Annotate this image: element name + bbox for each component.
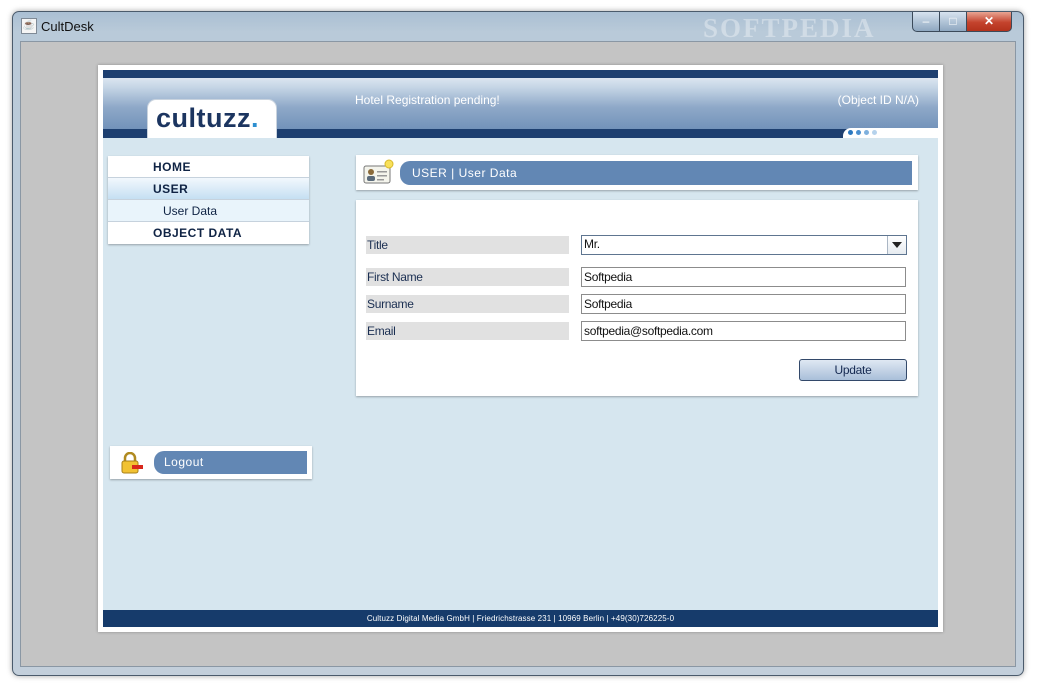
footer-address: Cultuzz Digital Media GmbH | Friedrichst… — [103, 610, 938, 627]
window-client-area: cultuzz. Hotel Registration pending! (Ob… — [20, 41, 1016, 667]
maximize-button[interactable]: □ — [939, 12, 967, 32]
minimize-button[interactable]: – — [912, 12, 940, 32]
softpedia-watermark: SOFTPEDIA — [703, 13, 876, 43]
logout-label: Logout — [164, 455, 204, 469]
app-header: cultuzz. Hotel Registration pending! (Ob… — [103, 70, 938, 138]
title-dropdown-button[interactable] — [887, 236, 906, 254]
maximize-icon: □ — [949, 14, 957, 28]
close-icon: ✕ — [983, 14, 995, 28]
dot-icon — [856, 130, 861, 135]
surname-input[interactable]: Softpedia — [581, 294, 906, 314]
title-select[interactable]: Mr. — [581, 235, 907, 255]
app-frame: cultuzz. Hotel Registration pending! (Ob… — [98, 65, 943, 632]
close-button[interactable]: ✕ — [966, 12, 1012, 32]
title-bar[interactable]: ☕ CultDesk SOFTPEDIA – □ ✕ — [13, 12, 1023, 43]
dot-icon — [864, 130, 869, 135]
lock-icon — [121, 452, 143, 474]
nav-item-user[interactable]: USER — [108, 178, 309, 200]
dot-icon — [848, 130, 853, 135]
first-name-input[interactable]: Softpedia — [581, 267, 906, 287]
minimize-icon: – — [922, 14, 930, 28]
user-data-form: Title Mr. First Name Softpedia Surname S… — [356, 200, 918, 396]
app-window: ☕ CultDesk SOFTPEDIA – □ ✕ cultuzz. Hote… — [12, 11, 1024, 676]
logo-tab: cultuzz. — [147, 99, 277, 138]
logout-button[interactable]: Logout — [110, 446, 312, 479]
nav-item-user-data[interactable]: User Data — [108, 200, 309, 222]
logout-bar: Logout — [154, 451, 307, 474]
section-header: USER | User Data — [356, 155, 918, 190]
java-app-icon: ☕ — [21, 18, 37, 34]
cultuzz-logo: cultuzz. — [156, 103, 260, 133]
surname-label: Surname — [366, 295, 569, 313]
page-dots-indicator — [843, 128, 938, 138]
nav-item-object-data[interactable]: OBJECT DATA — [108, 222, 309, 244]
object-id-label: (Object ID N/A) — [837, 93, 919, 107]
id-card-icon — [363, 159, 394, 184]
navigation-menu: HOME USER User Data OBJECT DATA — [108, 156, 309, 244]
app-content: cultuzz. Hotel Registration pending! (Ob… — [103, 70, 938, 627]
nav-item-home[interactable]: HOME — [108, 156, 309, 178]
header-top-band — [103, 70, 938, 78]
email-input[interactable]: softpedia@softpedia.com — [581, 321, 906, 341]
update-button[interactable]: Update — [799, 359, 907, 381]
email-label: Email — [366, 322, 569, 340]
window-title: CultDesk — [41, 19, 94, 34]
section-title-bar: USER | User Data — [400, 161, 912, 185]
hotel-registration-status: Hotel Registration pending! — [355, 93, 500, 107]
title-select-value: Mr. — [584, 237, 600, 251]
first-name-label: First Name — [366, 268, 569, 286]
section-title: USER | User Data — [412, 166, 518, 180]
dot-icon — [872, 130, 877, 135]
chevron-down-icon — [892, 242, 902, 248]
title-label: Title — [366, 236, 569, 254]
